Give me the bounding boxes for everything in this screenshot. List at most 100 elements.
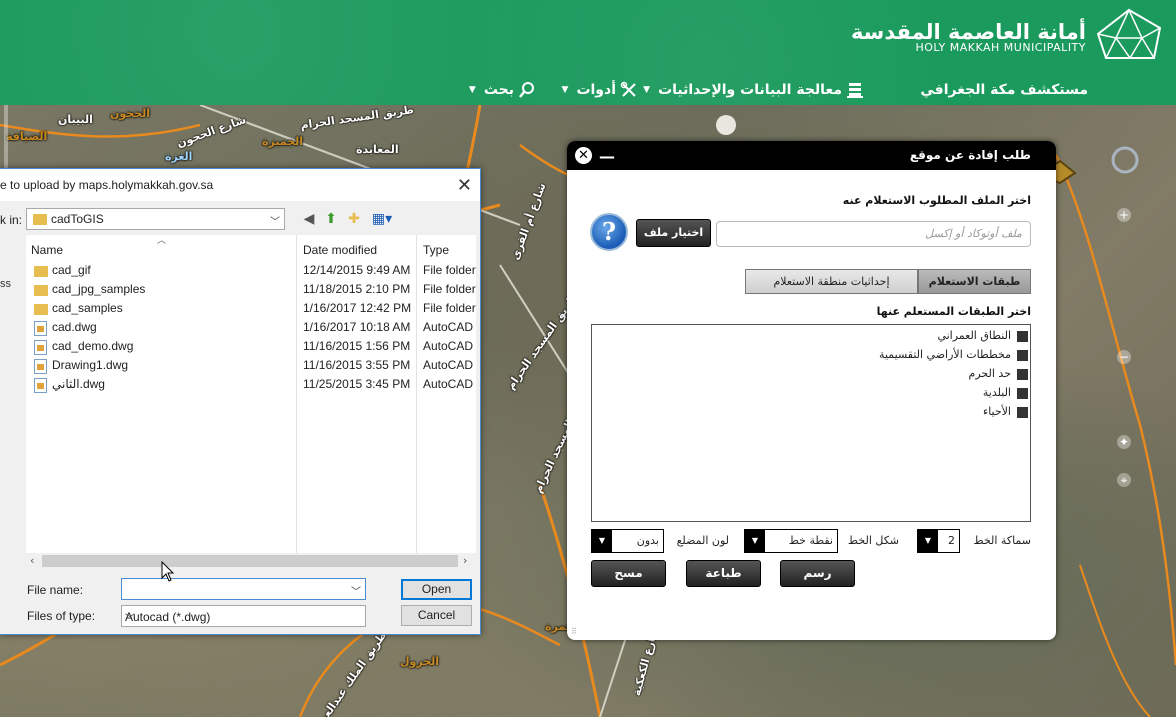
chevron-down-icon: ▼: [918, 530, 938, 552]
checkbox[interactable]: [1017, 330, 1028, 342]
up-folder-icon[interactable]: ⬆: [322, 210, 340, 228]
checkbox[interactable]: [1017, 349, 1028, 361]
draw-button[interactable]: رسم: [780, 560, 855, 587]
dialog-title: e to upload by maps.holymakkah.gov.sa: [0, 178, 214, 192]
view-menu-icon[interactable]: ▦▾: [370, 210, 394, 228]
makkah-logo-icon: [1096, 8, 1162, 59]
close-icon[interactable]: ✕: [457, 175, 472, 196]
file-name-cell: cad_jpg_samples: [52, 282, 146, 296]
file-row[interactable]: الثاني.dwg 11/25/2015 3:45 PM AutoCAD: [26, 375, 476, 394]
column-header-name[interactable]: Name: [31, 243, 63, 257]
nav-tools[interactable]: أدوات ▼: [562, 78, 638, 102]
zoom-out-button[interactable]: −: [1117, 350, 1131, 364]
file-row[interactable]: cad_gif 12/14/2015 9:49 AM File folder: [26, 261, 476, 280]
folder-icon: [34, 304, 48, 315]
file-date-cell: 11/16/2015 3:55 PM: [303, 358, 411, 372]
chevron-down-icon: ﹀: [270, 217, 280, 228]
cancel-button[interactable]: Cancel: [401, 605, 472, 626]
file-date-cell: 11/16/2015 1:56 PM: [303, 339, 411, 353]
help-icon[interactable]: ?: [590, 213, 628, 251]
file-date-cell: 11/18/2015 2:10 PM: [303, 282, 411, 296]
back-icon[interactable]: ◀: [300, 210, 318, 228]
file-date-cell: 1/16/2017 10:18 AM: [303, 320, 411, 334]
line-style-select[interactable]: ▼ نقطة خط: [744, 529, 838, 553]
file-type-select[interactable]: Autocad (*.dwg) ﹀: [121, 605, 366, 627]
print-button[interactable]: طباعة: [686, 560, 761, 587]
layer-item[interactable]: حد الحرم: [969, 367, 1028, 383]
nav-search[interactable]: بحث ▼: [469, 78, 536, 102]
clear-button[interactable]: مسح: [591, 560, 666, 587]
layer-label: مخططات الأراضي التقسيمية: [879, 348, 1011, 361]
location-query-panel: ✕ — طلب إفادة عن موقع اختر الملف المطلوب…: [567, 141, 1056, 640]
fill-color-value: بدون: [636, 534, 659, 547]
file-row[interactable]: cad_samples 1/16/2017 12:42 PM File folder: [26, 299, 476, 318]
file-type-cell: AutoCAD: [423, 358, 474, 372]
fill-color-select[interactable]: ▼ بدون: [591, 529, 664, 553]
folder-icon: [34, 285, 48, 296]
scrollbar-thumb[interactable]: [42, 555, 458, 567]
chevron-down-icon[interactable]: ﹀: [351, 583, 361, 598]
column-header-type[interactable]: Type: [423, 243, 449, 257]
checkbox[interactable]: [1017, 387, 1028, 399]
file-row[interactable]: cad.dwg 1/16/2017 10:18 AM AutoCAD: [26, 318, 476, 337]
file-list[interactable]: ︿ Name Date modified Type cad_gif 12/14/2…: [26, 235, 476, 553]
map-label: البيبان: [58, 113, 93, 126]
tab-query-area-coordinates[interactable]: إحداثيات منطقة الاستعلام: [745, 269, 918, 294]
nav-data-processing-label: معالجة البيانات والإحداثيات: [658, 82, 842, 98]
close-icon[interactable]: ✕: [575, 147, 592, 164]
checkbox[interactable]: [1017, 406, 1028, 418]
scroll-right-icon[interactable]: ›: [463, 554, 467, 567]
panel-titlebar[interactable]: ✕ — طلب إفادة عن موقع: [567, 141, 1056, 170]
resize-grip-icon[interactable]: ⠿: [571, 627, 577, 636]
sort-up-icon: ︿: [157, 236, 167, 246]
horizontal-scrollbar[interactable]: ‹ ›: [26, 553, 476, 569]
file-type-cell: AutoCAD: [423, 320, 474, 334]
app-title[interactable]: مستكشف مكة الجغرافي: [920, 78, 1088, 102]
file-path-input[interactable]: ملف أوتوكاد أو إكسل: [716, 221, 1031, 247]
layer-label: النطاق العمراني: [937, 329, 1011, 342]
map-label: الغزة: [165, 150, 193, 163]
look-in-value: cadToGIS: [51, 212, 104, 226]
choose-file-heading: اختر الملف المطلوب الاستعلام عنه: [842, 194, 1031, 207]
minimize-icon[interactable]: —: [599, 147, 615, 166]
chevron-down-icon: ▼: [643, 85, 651, 95]
locate-icon[interactable]: ⌖: [1117, 473, 1131, 487]
layer-item[interactable]: مخططات الأراضي التقسيمية: [879, 348, 1028, 364]
navigation-ring-icon[interactable]: [1110, 145, 1140, 175]
file-row[interactable]: cad_demo.dwg 11/16/2015 1:56 PM AutoCAD: [26, 337, 476, 356]
layer-label: الأحياء: [983, 405, 1011, 418]
checkbox[interactable]: [1017, 368, 1028, 380]
file-type-cell: File folder: [423, 282, 476, 296]
nav-search-label: بحث: [483, 82, 514, 98]
file-name-cell: Drawing1.dwg: [52, 358, 129, 372]
open-button[interactable]: Open: [401, 579, 472, 600]
file-name-cell: cad_gif: [52, 263, 91, 277]
dwg-file-icon: [34, 378, 47, 393]
look-in-dropdown[interactable]: cadToGIS ﹀: [26, 208, 285, 230]
layer-item[interactable]: الأحياء: [983, 405, 1028, 421]
new-folder-icon[interactable]: ✚: [345, 210, 363, 228]
places-bar-fragment: ss: [0, 278, 11, 290]
line-style-value: نقطة خط: [788, 534, 833, 547]
choose-file-button[interactable]: اختيار ملف: [636, 219, 711, 247]
nav-data-processing[interactable]: معالجة البيانات والإحداثيات ▼: [643, 78, 864, 102]
line-style-label: شكل الخط: [847, 534, 899, 547]
file-row[interactable]: cad_jpg_samples 11/18/2015 2:10 PM File fo…: [26, 280, 476, 299]
layer-item[interactable]: النطاق العمراني: [937, 329, 1028, 345]
dialog-titlebar[interactable]: e to upload by maps.holymakkah.gov.sa ✕: [0, 169, 480, 201]
line-width-select[interactable]: ▼ 2: [917, 529, 960, 553]
file-name-cell: cad.dwg: [52, 320, 97, 334]
zoom-in-button[interactable]: +: [1117, 208, 1131, 222]
layer-item[interactable]: البلدية: [983, 386, 1028, 402]
dwg-file-icon: [34, 359, 47, 374]
file-row[interactable]: Drawing1.dwg 11/16/2015 3:55 PM AutoCAD: [26, 356, 476, 375]
scroll-left-icon[interactable]: ‹: [30, 554, 34, 567]
app-header: أمانة العاصمة المقدسة HOLY MAKKAH MUNICI…: [0, 0, 1176, 105]
tab-query-layers[interactable]: طبقات الاستعلام: [918, 269, 1031, 294]
column-header-date[interactable]: Date modified: [303, 243, 377, 257]
file-name-input[interactable]: ﹀: [121, 578, 366, 600]
file-upload-dialog: e to upload by maps.holymakkah.gov.sa ✕ …: [0, 168, 481, 635]
compass-icon[interactable]: ✦: [1117, 435, 1131, 449]
map-label: الضيافة: [6, 130, 48, 143]
chevron-down-icon: ▼: [468, 85, 476, 95]
